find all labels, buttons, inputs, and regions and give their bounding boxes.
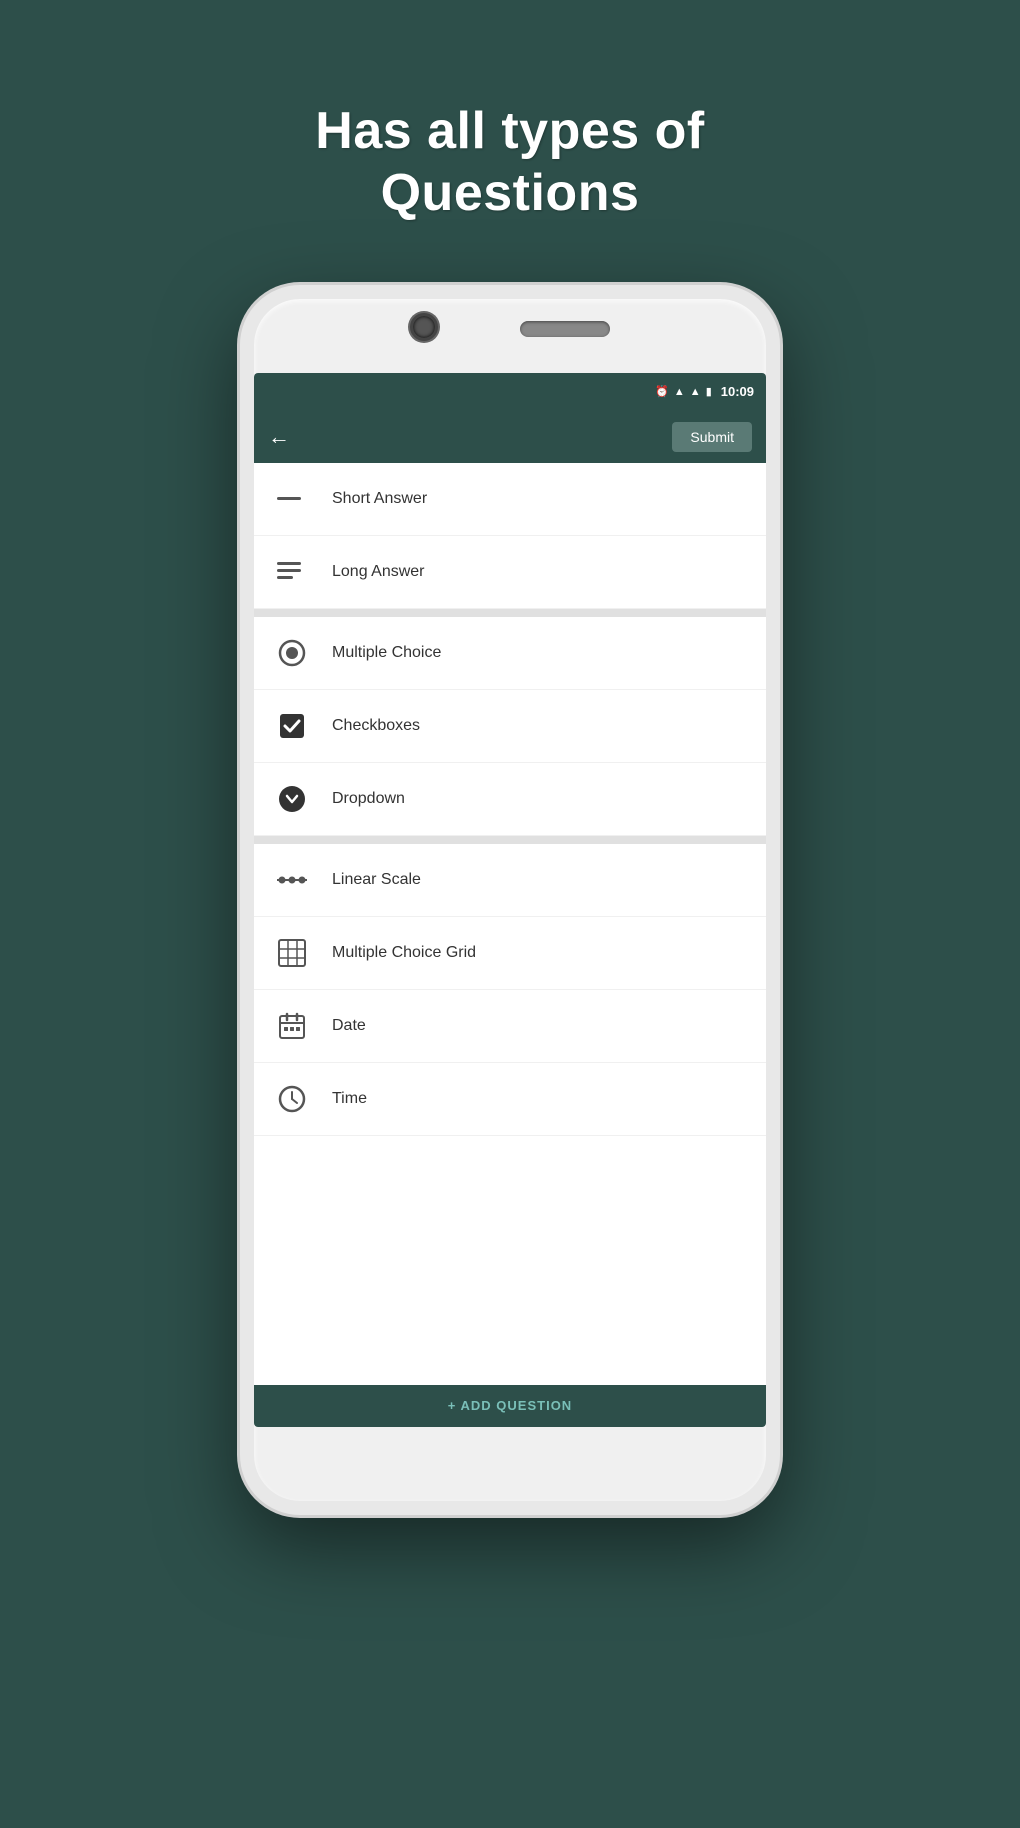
app-bar: ← Submit bbox=[254, 411, 766, 463]
menu-section-choice: Multiple Choice Checkboxes bbox=[254, 617, 766, 836]
headline-line2: Questions bbox=[315, 162, 704, 224]
menu-item-linear-scale[interactable]: Linear Scale bbox=[254, 844, 766, 917]
add-question-bar[interactable]: + ADD QUESTION bbox=[254, 1385, 766, 1427]
alarm-icon: ⏰ bbox=[655, 385, 669, 398]
menu-item-dropdown[interactable]: Dropdown bbox=[254, 763, 766, 836]
status-time: 10:09 bbox=[721, 384, 754, 399]
short-answer-label: Short Answer bbox=[332, 490, 427, 508]
multiple-choice-grid-label: Multiple Choice Grid bbox=[332, 944, 476, 962]
battery-icon: ▮ bbox=[706, 385, 712, 398]
menu-item-long-answer[interactable]: Long Answer bbox=[254, 536, 766, 609]
menu-section-other: Linear Scale Multiple Choice Grid bbox=[254, 844, 766, 1136]
linear-scale-label: Linear Scale bbox=[332, 871, 421, 889]
menu-item-short-answer[interactable]: Short Answer bbox=[254, 463, 766, 536]
long-answer-label: Long Answer bbox=[332, 563, 425, 581]
multiple-choice-label: Multiple Choice bbox=[332, 644, 441, 662]
divider-2 bbox=[254, 836, 766, 844]
back-button[interactable]: ← bbox=[268, 424, 290, 450]
phone-speaker bbox=[520, 321, 610, 337]
add-question-label: + ADD QUESTION bbox=[448, 1398, 572, 1413]
date-label: Date bbox=[332, 1017, 366, 1035]
time-label: Time bbox=[332, 1090, 367, 1108]
menu-item-date[interactable]: Date bbox=[254, 990, 766, 1063]
clock-icon bbox=[274, 1081, 310, 1117]
dropdown-icon bbox=[274, 781, 310, 817]
phone-screen: ⏰ ▲ ▲ ▮ 10:09 ← Submit Short Answer bbox=[254, 373, 766, 1427]
checkbox-icon bbox=[274, 708, 310, 744]
submit-button[interactable]: Submit bbox=[672, 422, 752, 452]
checkboxes-label: Checkboxes bbox=[332, 717, 420, 735]
menu-item-multiple-choice[interactable]: Multiple Choice bbox=[254, 617, 766, 690]
menu-item-time[interactable]: Time bbox=[254, 1063, 766, 1136]
dropdown-label: Dropdown bbox=[332, 790, 405, 808]
menu-section-text: Short Answer Long Answer bbox=[254, 463, 766, 609]
headline-line1: Has all types of bbox=[315, 100, 704, 162]
grid-icon bbox=[274, 935, 310, 971]
long-text-icon bbox=[274, 554, 310, 590]
phone-mockup: ⏰ ▲ ▲ ▮ 10:09 ← Submit Short Answer bbox=[240, 285, 780, 1515]
phone-camera bbox=[410, 313, 438, 341]
divider-1 bbox=[254, 609, 766, 617]
menu-item-checkboxes[interactable]: Checkboxes bbox=[254, 690, 766, 763]
signal-icon: ▲ bbox=[674, 386, 685, 398]
status-bar: ⏰ ▲ ▲ ▮ 10:09 bbox=[254, 373, 766, 411]
scale-icon bbox=[274, 862, 310, 898]
menu-item-multiple-choice-grid[interactable]: Multiple Choice Grid bbox=[254, 917, 766, 990]
menu-list: Short Answer Long Answer bbox=[254, 463, 766, 1427]
radio-icon bbox=[274, 635, 310, 671]
signal2-icon: ▲ bbox=[690, 386, 701, 398]
calendar-icon bbox=[274, 1008, 310, 1044]
short-text-icon bbox=[274, 481, 310, 517]
page-headline: Has all types of Questions bbox=[315, 100, 704, 225]
